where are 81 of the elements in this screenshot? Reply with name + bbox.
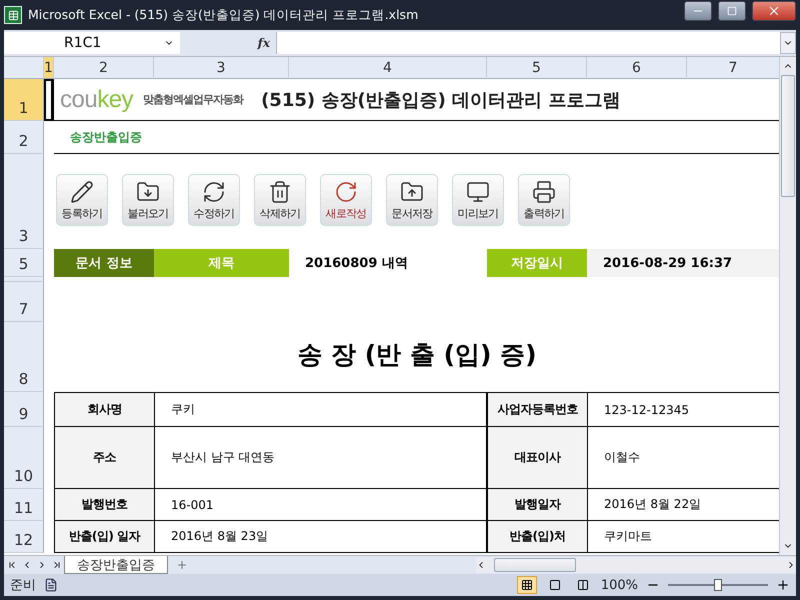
printer-icon <box>532 180 556 204</box>
trash-icon <box>268 180 292 204</box>
column-header[interactable]: 5 <box>487 57 587 79</box>
name-box[interactable]: R1C1 <box>4 32 180 54</box>
column-header[interactable]: 2 <box>54 57 154 79</box>
refresh-icon <box>202 180 226 204</box>
columns-icon <box>576 579 589 591</box>
status-text: 준비 <box>10 577 36 594</box>
column-header[interactable]: 4 <box>289 57 487 79</box>
pencil-icon <box>70 180 94 204</box>
document-title: 송 장 (반 출 (입) 증) <box>296 338 538 370</box>
row-header[interactable]: 11 <box>4 489 44 521</box>
page-icon <box>548 579 561 591</box>
normal-view-button[interactable] <box>516 576 537 594</box>
horizontal-scrollbar[interactable] <box>476 557 796 573</box>
field-value: 쿠키 <box>154 392 487 427</box>
toolbar-button[interactable]: 새로작성 <box>320 174 372 226</box>
zoom-level: 100% <box>600 578 638 592</box>
row-header[interactable]: 12 <box>4 521 44 553</box>
vertical-scrollbar[interactable] <box>779 57 796 555</box>
folder-down-icon <box>136 180 160 204</box>
formula-input[interactable] <box>276 32 780 54</box>
field-label: 반출(입)처 <box>487 521 587 553</box>
field-label: 제목 <box>154 249 289 277</box>
tagline: 맞춤형엑셀업무자동화 <box>143 92 244 107</box>
close-button[interactable] <box>752 1 796 21</box>
maximize-icon <box>727 6 737 16</box>
scroll-thumb[interactable] <box>781 75 795 197</box>
first-sheet-icon[interactable] <box>6 560 16 570</box>
field-value: 2016-08-29 16:37 <box>587 249 780 277</box>
folder-up-icon <box>400 180 424 204</box>
row-header[interactable]: 8 <box>4 322 44 392</box>
row-header[interactable]: 3 <box>4 154 44 249</box>
row-header[interactable]: 2 <box>4 121 44 154</box>
field-label: 주소 <box>54 427 154 489</box>
row-header[interactable]: 5 <box>4 249 44 277</box>
window-title: Microsoft Excel - (515) 송장(반출입증) 데이터관리 프로그램.xlsm <box>28 6 420 24</box>
field-value: 16-001 <box>154 489 487 521</box>
field-value: 2016년 8월 23일 <box>154 521 487 553</box>
row-header[interactable]: 1 <box>4 79 44 121</box>
sheet-subtitle: 송장반출입증 <box>70 128 142 146</box>
spreadsheet-icon <box>4 6 22 24</box>
field-label: 사업자등록번호 <box>487 392 587 427</box>
toolbar-button[interactable]: 삭제하기 <box>254 174 306 226</box>
brand-logo: coukey <box>60 86 134 114</box>
last-sheet-icon[interactable] <box>52 560 62 570</box>
column-header[interactable]: 7 <box>687 57 780 79</box>
slider-thumb[interactable] <box>714 579 722 591</box>
row-header[interactable]: 7 <box>4 282 44 322</box>
maximize-button[interactable] <box>718 1 746 21</box>
active-cell[interactable] <box>44 79 54 121</box>
program-title: (515) 송장(반출입증) 데이터관리 프로그램 <box>261 88 620 112</box>
close-icon <box>767 4 781 18</box>
new-sheet-icon[interactable] <box>176 559 188 571</box>
column-header[interactable]: 1 <box>44 57 54 79</box>
field-label: 회사명 <box>54 392 154 427</box>
toolbar-button[interactable]: 불러오기 <box>122 174 174 226</box>
field-label: 발행번호 <box>54 489 154 521</box>
column-header[interactable]: 3 <box>154 57 289 79</box>
sheet-tab[interactable]: 송장반출입증 <box>64 556 168 574</box>
monitor-icon <box>466 180 490 204</box>
section-label: 문서 정보 <box>54 249 154 277</box>
field-label: 발행일자 <box>487 489 587 521</box>
toolbar-button[interactable]: 미리보기 <box>452 174 504 226</box>
toolbar-button[interactable]: 문서저장 <box>386 174 438 226</box>
field-label: 대표이사 <box>487 427 587 489</box>
toolbar-button[interactable]: 출력하기 <box>518 174 570 226</box>
field-label: 반출(입) 일자 <box>54 521 154 553</box>
field-value: 123-12-12345 <box>587 392 780 427</box>
toolbar-button[interactable]: 수정하기 <box>188 174 240 226</box>
row-header[interactable]: 10 <box>4 427 44 489</box>
scroll-thumb[interactable] <box>494 558 576 572</box>
grid-icon <box>520 579 533 591</box>
circular-arrow-icon <box>334 180 358 204</box>
toolbar-button[interactable]: 등록하기 <box>56 174 108 226</box>
zoom-in-icon[interactable] <box>776 578 790 592</box>
field-label: 저장일시 <box>487 249 587 277</box>
column-header[interactable]: 6 <box>587 57 687 79</box>
row-header[interactable]: 9 <box>4 392 44 427</box>
function-button[interactable]: fx <box>180 36 276 50</box>
minimize-button[interactable] <box>684 1 712 21</box>
